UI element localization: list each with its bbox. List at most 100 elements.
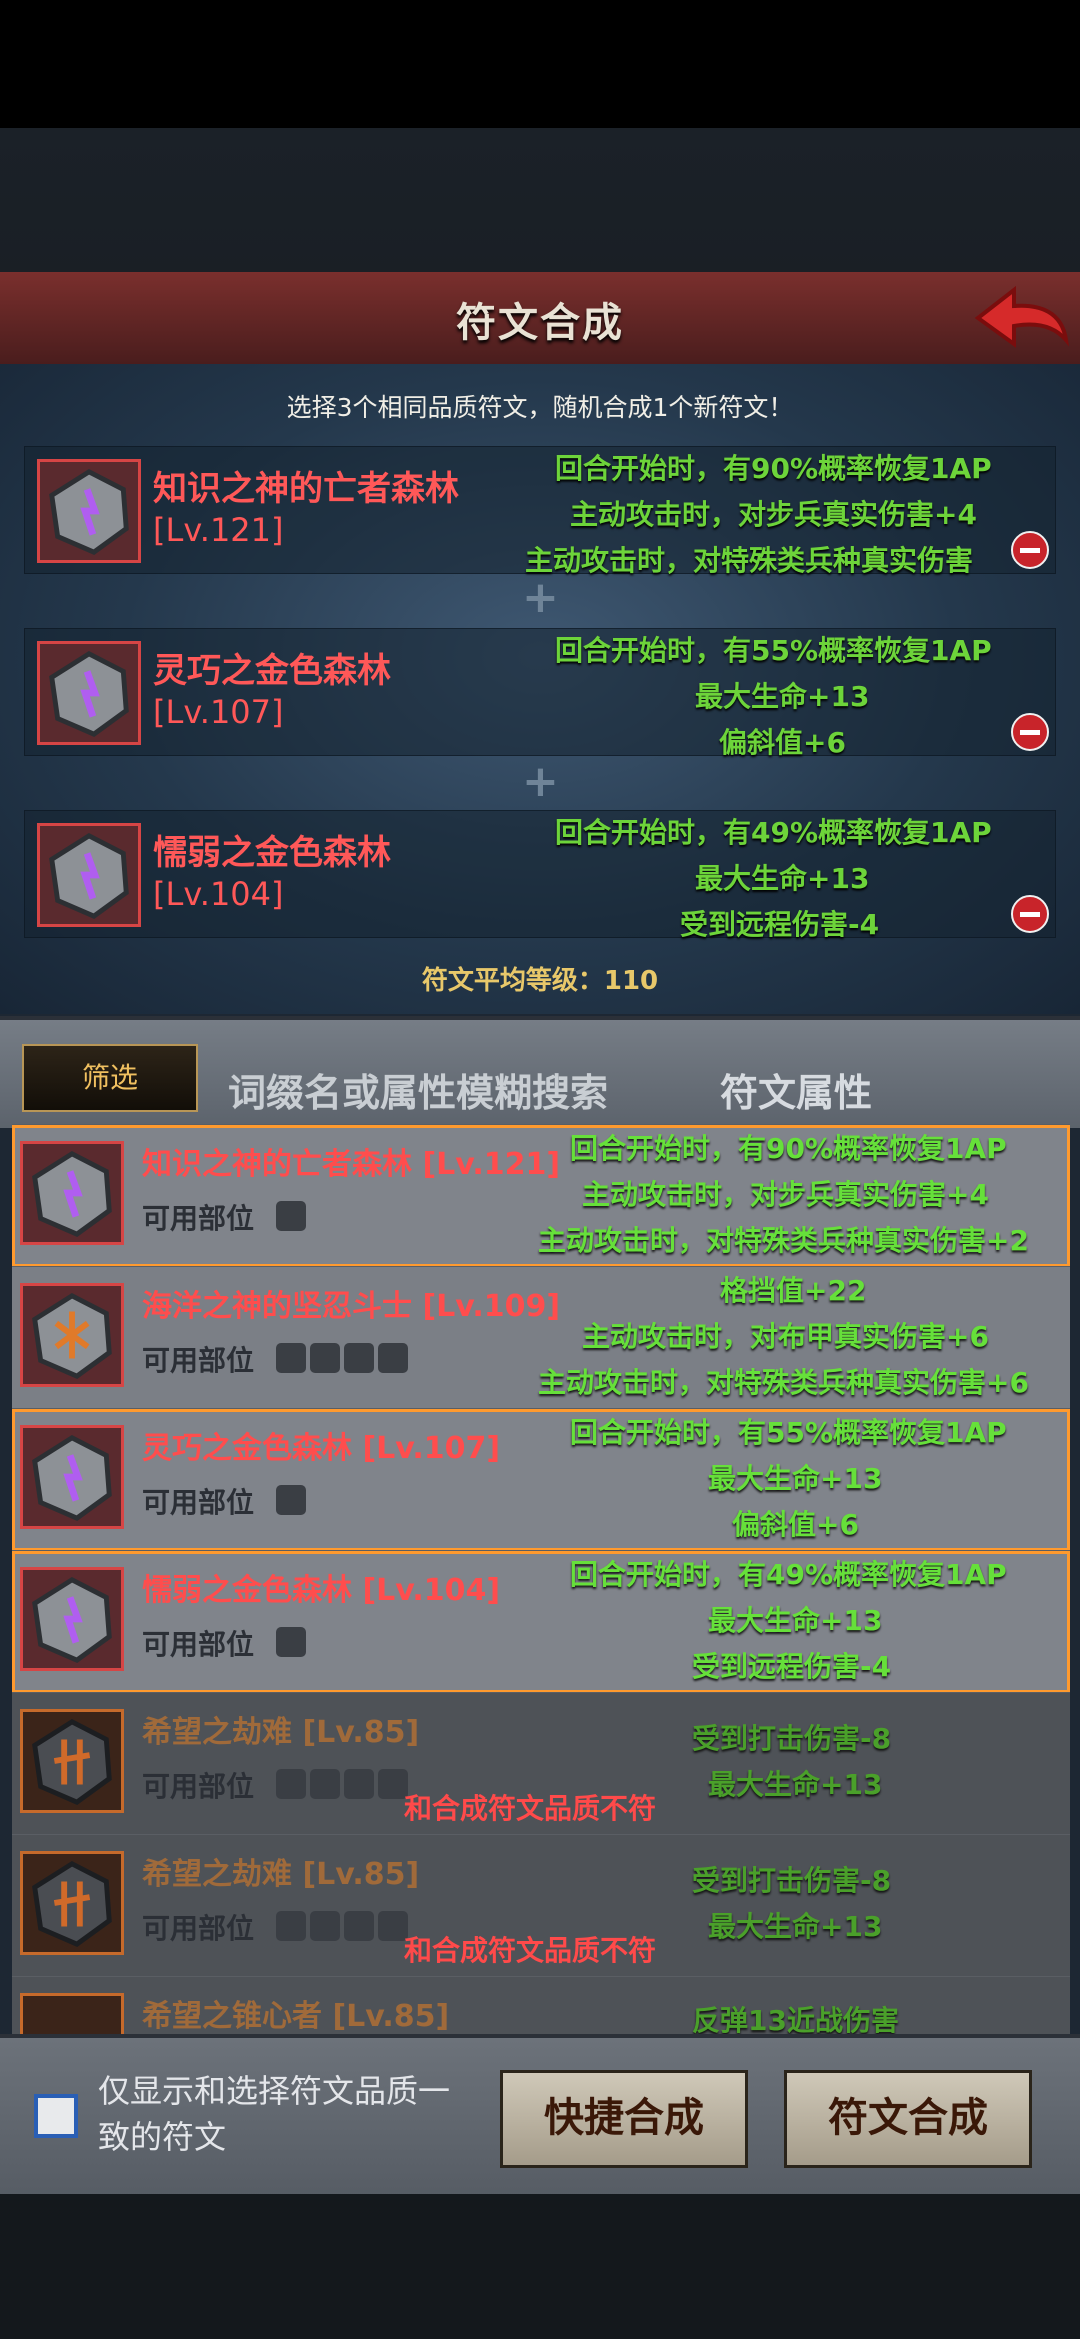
filter-button[interactable]: 筛选 — [22, 1044, 198, 1112]
rune-attr: 主动攻击时，对步兵真实伤害+4 — [570, 498, 977, 531]
attribute-select[interactable]: 符文属性 — [720, 1062, 872, 1117]
slots-label: 可用部位 — [142, 1628, 255, 1661]
footer-background — [0, 2194, 1080, 2339]
rune-attr: 最大生命+13 — [708, 1604, 883, 1637]
instruction-text: 选择3个相同品质符文，随机合成1个新符文！ — [286, 393, 794, 422]
rune-attr: 受到远程伤害-4 — [680, 908, 880, 941]
rune-stone-icon — [32, 1434, 112, 1521]
list-item[interactable]: 希望之劫难 [Lv.85] 可用部位 受到打击伤害-8 最大生命+13 和合成符… — [12, 1834, 1070, 1977]
armor-slot-icon — [344, 1911, 374, 1941]
rune-attr: 主动攻击时，对步兵真实伤害+4 — [582, 1178, 989, 1211]
rune-attr: 回合开始时，有55%概率恢复1AP — [555, 634, 992, 667]
list-item[interactable]: 懦弱之金色森林 [Lv.104] 可用部位 回合开始时，有49%概率恢复1AP … — [12, 1550, 1070, 1693]
rune-name: 知识之神的亡者森林 — [153, 469, 459, 509]
selected-rune-slot-3[interactable]: 懦弱之金色森林 [Lv.104] 回合开始时，有49%概率恢复1AP 最大生命+… — [24, 810, 1056, 941]
rune-attr: 受到远程伤害-4 — [692, 1650, 892, 1683]
rune-list[interactable]: 知识之神的亡者森林 [Lv.121] 可用部位 回合开始时，有90%概率恢复1A… — [12, 1124, 1070, 2034]
page-title: 符文合成 — [456, 300, 624, 346]
rune-attr: 最大生命+13 — [708, 1462, 883, 1495]
rune-name: 希望之劫难 [Lv.85] — [142, 1715, 420, 1750]
rune-icon — [20, 1851, 124, 1955]
rune-attr: 主动攻击时，对特殊类兵种真实伤害+6 — [538, 1366, 1029, 1399]
rune-icon — [20, 1425, 124, 1529]
shield-slot-icon — [378, 1343, 408, 1373]
rune-name: 懦弱之金色森林 — [153, 833, 391, 873]
rune-icon — [37, 459, 141, 563]
armor-slot-icon — [276, 1911, 306, 1941]
rune-level: [Lv.107] — [153, 693, 284, 731]
rune-attr: 最大生命+13 — [708, 1910, 883, 1943]
rune-icon — [20, 1993, 124, 2034]
slots-label: 可用部位 — [142, 1344, 255, 1377]
rune-attr: 受到打击伤害-8 — [692, 1722, 892, 1755]
armor-slot-icon — [310, 1769, 340, 1799]
rune-attr: 主动攻击时，对布甲真实伤害+6 — [582, 1320, 989, 1353]
rune-stone-icon — [32, 1150, 112, 1237]
rune-attr: 回合开始时，有49%概率恢复1AP — [570, 1558, 1007, 1591]
rune-icon — [20, 1283, 124, 1387]
rune-name: 希望之劫难 [Lv.85] — [142, 1857, 420, 1892]
weapon-slot-icon — [276, 1343, 306, 1373]
rune-attr: 格挡值+22 — [720, 1274, 867, 1307]
armor-slot-icon — [276, 1485, 306, 1515]
rune-level: [Lv.121] — [153, 511, 284, 549]
rune-stone-icon — [32, 1576, 112, 1663]
slots-label: 可用部位 — [142, 1486, 255, 1519]
rune-attr: 偏斜值+6 — [732, 1508, 859, 1541]
back-arrow-icon[interactable] — [970, 282, 1070, 354]
average-level: 符文平均等级：110 — [421, 966, 659, 996]
rune-name: 懦弱之金色森林 [Lv.104] — [142, 1573, 501, 1608]
plus-icon: + — [522, 756, 559, 807]
plus-icon: + — [522, 572, 559, 623]
list-item[interactable]: 知识之神的亡者森林 [Lv.121] 可用部位 回合开始时，有90%概率恢复1A… — [12, 1124, 1070, 1267]
rune-attr: 最大生命+13 — [695, 680, 870, 713]
remove-icon[interactable] — [1011, 895, 1049, 933]
rune-attr: 回合开始时，有90%概率恢复1AP — [570, 1132, 1007, 1165]
rune-stone-icon — [49, 650, 129, 737]
list-item[interactable]: 海洋之神的坚忍斗士 [Lv.109] 可用部位 格挡值+22 主动攻击时，对布甲… — [12, 1266, 1070, 1409]
rune-attr: 最大生命+13 — [708, 1768, 883, 1801]
checkbox-label: 仅显示和选择符文品质一致的符文 — [98, 2072, 451, 2156]
rune-attr: 回合开始时，有90%概率恢复1AP — [555, 452, 992, 485]
mismatch-warning: 和合成符文品质不符 — [404, 1934, 657, 1967]
rune-attr: 回合开始时，有49%概率恢复1AP — [555, 816, 992, 849]
rune-name: 海洋之神的坚忍斗士 [Lv.109] — [142, 1289, 561, 1324]
rune-attr: 最大生命+13 — [695, 862, 870, 895]
selected-rune-slot-2[interactable]: 灵巧之金色森林 [Lv.107] 回合开始时，有55%概率恢复1AP 最大生命+… — [24, 628, 1056, 759]
rune-attr: 受到打击伤害-8 — [692, 1864, 892, 1897]
rune-name: 知识之神的亡者森林 [Lv.121] — [142, 1147, 561, 1182]
rune-name: 灵巧之金色森林 — [153, 651, 391, 691]
quick-compose-button[interactable]: 快捷合成 — [500, 2070, 748, 2168]
remove-icon[interactable] — [1011, 531, 1049, 569]
rune-icon — [37, 823, 141, 927]
rune-icon — [37, 641, 141, 745]
armor-slot-icon — [344, 1343, 374, 1373]
rune-icon — [20, 1709, 124, 1813]
status-bar — [0, 0, 1080, 128]
rune-attr: 反弹13近战伤害 — [692, 2004, 899, 2034]
search-input[interactable]: 词缀名或属性模糊搜索 — [228, 1062, 608, 1117]
rune-icon — [20, 1141, 124, 1245]
list-item[interactable]: 希望之劫难 [Lv.85] 可用部位 受到打击伤害-8 最大生命+13 和合成符… — [12, 1692, 1070, 1835]
rune-attr: 回合开始时，有55%概率恢复1AP — [570, 1416, 1007, 1449]
rune-icon — [20, 1567, 124, 1671]
rune-stone-icon — [49, 468, 129, 555]
rune-name: 灵巧之金色森林 [Lv.107] — [142, 1431, 501, 1466]
rune-stone-icon — [32, 1292, 112, 1379]
armor-slot-icon — [310, 1911, 340, 1941]
rune-stone-icon — [32, 1860, 112, 1947]
list-item[interactable]: 希望之锥心者 [Lv.85] 反弹13近战伤害 — [12, 1976, 1070, 2034]
rune-compose-button[interactable]: 符文合成 — [784, 2070, 1032, 2168]
rune-stone-icon — [49, 832, 129, 919]
selected-rune-slot-1[interactable]: 知识之神的亡者森林 [Lv.121] 回合开始时，有90%概率恢复1AP 主动攻… — [24, 446, 1056, 577]
quality-filter-checkbox[interactable] — [34, 2094, 78, 2138]
mismatch-warning: 和合成符文品质不符 — [404, 1792, 657, 1825]
rune-level: [Lv.104] — [153, 875, 284, 913]
rune-name: 希望之锥心者 [Lv.85] — [142, 1999, 450, 2034]
rune-attr: 主动攻击时，对特殊类兵种真实伤害 — [525, 544, 974, 577]
remove-icon[interactable] — [1011, 713, 1049, 751]
slots-label: 可用部位 — [142, 1202, 255, 1235]
rune-attr: 主动攻击时，对特殊类兵种真实伤害+2 — [538, 1224, 1029, 1257]
armor-slot-icon — [276, 1769, 306, 1799]
list-item[interactable]: 灵巧之金色森林 [Lv.107] 可用部位 回合开始时，有55%概率恢复1AP … — [12, 1408, 1070, 1551]
